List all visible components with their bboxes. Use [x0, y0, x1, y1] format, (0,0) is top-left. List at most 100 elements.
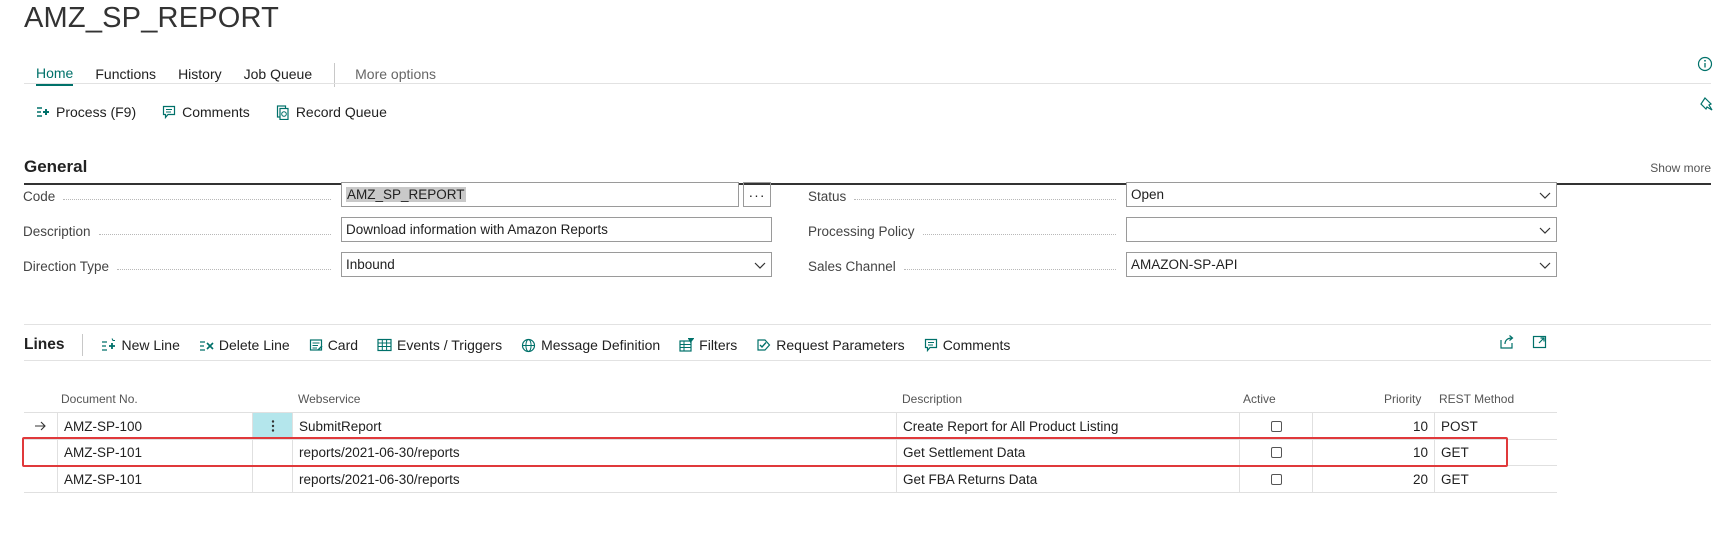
code-lookup-button[interactable]: ···	[743, 182, 771, 207]
code-label: Code	[23, 188, 341, 204]
column-header-webservice[interactable]: Webservice	[298, 392, 360, 406]
column-header-active[interactable]: Active	[1243, 392, 1276, 406]
cell-rest-method[interactable]: GET	[1434, 466, 1557, 492]
tab-more-options[interactable]: More options	[355, 66, 436, 85]
cell-priority[interactable]: 20	[1312, 466, 1434, 492]
new-line-label: New Line	[121, 337, 180, 353]
filters-label: Filters	[699, 337, 738, 353]
process-button[interactable]: Process (F9)	[36, 104, 136, 120]
lines-comments-label: Comments	[942, 337, 1011, 353]
action-bar: Process (F9) Comments Record Queue	[36, 104, 413, 120]
comments-label: Comments	[182, 104, 250, 120]
description-label: Description	[23, 223, 341, 239]
tab-functions[interactable]: Functions	[95, 66, 156, 85]
lines-divider	[82, 334, 84, 356]
chevron-down-icon	[1539, 192, 1551, 199]
row-menu-area[interactable]	[252, 466, 292, 492]
record-queue-button[interactable]: Record Queue	[276, 104, 387, 120]
new-line-icon	[102, 338, 116, 351]
message-definition-button[interactable]: Message Definition	[521, 337, 660, 353]
lines-action-bar: Lines New Line Delete Line Card Events /…	[24, 334, 1029, 356]
pin-icon[interactable]	[1699, 96, 1715, 117]
cell-webservice[interactable]: reports/2021-06-30/reports	[292, 466, 896, 492]
code-value: AMZ_SP_REPORT	[346, 187, 466, 202]
cell-active	[1239, 413, 1312, 439]
card-icon	[309, 339, 323, 351]
direction-type-select[interactable]: Inbound	[341, 252, 772, 277]
comment-icon	[924, 338, 937, 352]
events-triggers-label: Events / Triggers	[397, 337, 503, 353]
events-triggers-button[interactable]: Events / Triggers	[377, 337, 502, 353]
cell-priority[interactable]: 10	[1312, 413, 1434, 439]
table-row[interactable]: AMZ-SP-101 reports/2021-06-30/reports Ge…	[24, 466, 1557, 493]
delete-line-button[interactable]: Delete Line	[199, 337, 290, 353]
sales-channel-label: Sales Channel	[808, 258, 1126, 274]
status-select[interactable]: Open	[1126, 182, 1557, 207]
column-header-rest-method[interactable]: REST Method	[1439, 392, 1514, 406]
process-label: Process (F9)	[56, 104, 137, 120]
chevron-down-icon	[754, 262, 766, 269]
cell-description[interactable]: Get FBA Returns Data	[896, 466, 1239, 492]
arrow-right-icon	[35, 421, 46, 431]
table-row[interactable]: AMZ-SP-100 SubmitReport Create Report fo…	[24, 412, 1557, 440]
column-header-description[interactable]: Description	[902, 392, 962, 406]
info-icon[interactable]	[1697, 56, 1713, 77]
general-section-title: General	[24, 157, 88, 176]
request-parameters-button[interactable]: Request Parameters	[756, 337, 905, 353]
description-value: Download information with Amazon Reports	[346, 222, 608, 237]
active-checkbox[interactable]	[1270, 420, 1282, 432]
vertical-ellipsis-icon	[271, 420, 274, 432]
show-more-link[interactable]: Show more	[1650, 161, 1711, 175]
row-indicator	[24, 466, 57, 492]
new-line-button[interactable]: New Line	[101, 337, 180, 353]
delete-line-label: Delete Line	[218, 337, 290, 353]
lines-section-title: Lines	[24, 336, 65, 353]
page-title: AMZ_SP_REPORT	[24, 2, 280, 34]
cell-active	[1239, 466, 1312, 492]
lines-top-divider	[24, 324, 1711, 325]
tabs-divider	[24, 83, 1711, 84]
code-field[interactable]: AMZ_SP_REPORT	[341, 182, 739, 207]
tab-job-queue[interactable]: Job Queue	[244, 66, 313, 85]
direction-type-value: Inbound	[346, 257, 395, 272]
cell-rest-method[interactable]: POST	[1434, 413, 1557, 439]
cell-webservice[interactable]: SubmitReport	[292, 413, 896, 439]
sales-channel-label-text: Sales Channel	[808, 258, 896, 274]
processing-policy-label: Processing Policy	[808, 223, 1126, 239]
sales-channel-select[interactable]: AMAZON-SP-API	[1126, 252, 1557, 277]
direction-type-label: Direction Type	[23, 258, 341, 274]
cell-document-no[interactable]: AMZ-SP-101	[57, 466, 252, 492]
check-tag-icon	[757, 339, 771, 351]
filters-button[interactable]: Filters	[679, 337, 737, 353]
code-label-text: Code	[23, 188, 56, 204]
filter-table-icon	[679, 338, 695, 352]
record-queue-icon	[276, 104, 289, 120]
chevron-down-icon	[1539, 227, 1551, 234]
highlight-annotation	[22, 437, 1508, 467]
processing-policy-select[interactable]	[1126, 217, 1557, 242]
request-parameters-label: Request Parameters	[776, 337, 905, 353]
tab-history[interactable]: History	[178, 66, 222, 85]
share-icon[interactable]	[1499, 334, 1515, 355]
record-queue-label: Record Queue	[295, 104, 387, 120]
status-value: Open	[1131, 187, 1165, 202]
card-button[interactable]: Card	[309, 337, 358, 353]
cell-description[interactable]: Create Report for All Product Listing	[896, 413, 1239, 439]
expand-icon[interactable]	[1532, 334, 1548, 355]
column-header-document-no[interactable]: Document No.	[61, 392, 138, 406]
active-checkbox[interactable]	[1270, 473, 1282, 485]
lines-comments-button[interactable]: Comments	[924, 337, 1011, 353]
processing-policy-label-text: Processing Policy	[808, 223, 915, 239]
card-label: Card	[327, 337, 359, 353]
column-header-priority[interactable]: Priority	[1384, 392, 1421, 406]
comments-button[interactable]: Comments	[162, 104, 250, 120]
delete-line-icon	[199, 341, 214, 351]
row-menu-button[interactable]	[252, 413, 292, 439]
status-label: Status	[808, 188, 1126, 204]
sales-channel-value: AMAZON-SP-API	[1131, 257, 1238, 272]
cell-document-no[interactable]: AMZ-SP-100	[57, 413, 252, 439]
description-label-text: Description	[23, 223, 91, 239]
lines-bar-divider	[24, 360, 1711, 361]
status-label-text: Status	[808, 188, 847, 204]
description-field[interactable]: Download information with Amazon Reports	[341, 217, 772, 242]
